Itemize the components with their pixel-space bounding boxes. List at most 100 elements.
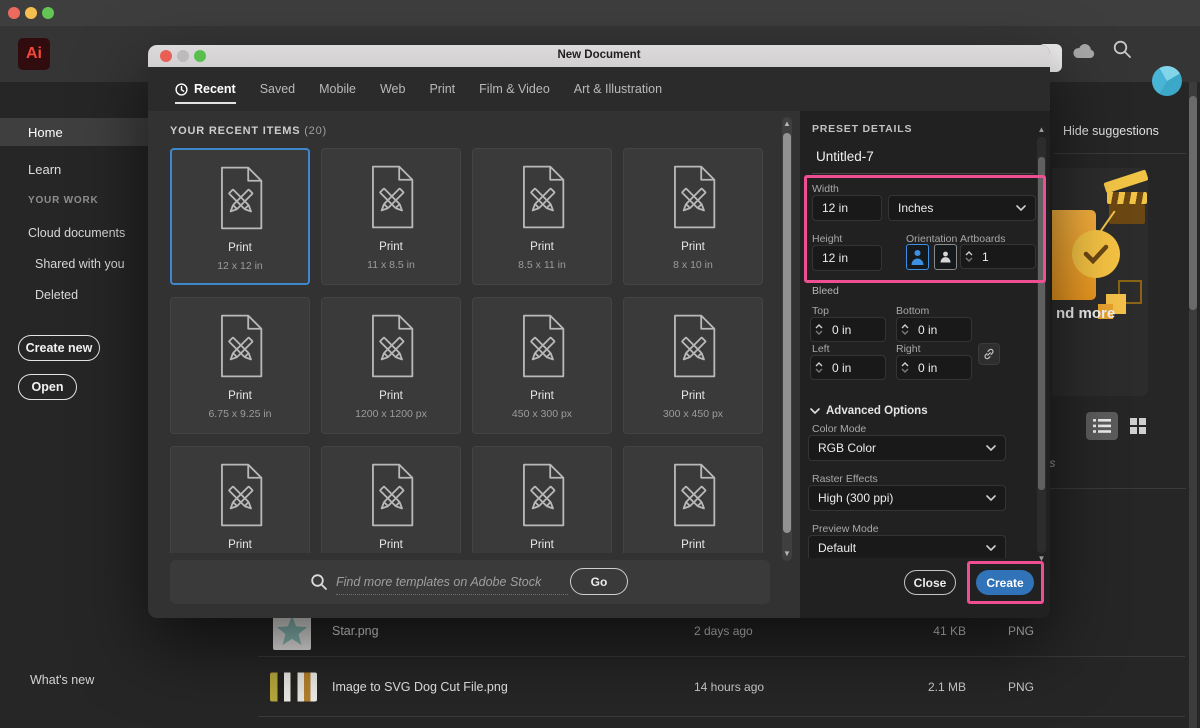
dialog-tab-label: Print [429, 82, 455, 96]
orientation-portrait-button[interactable] [906, 244, 929, 270]
artboards-stepper-arrows[interactable] [961, 251, 976, 262]
dialog-tab[interactable]: Web [380, 67, 405, 111]
bleed-stepper[interactable]: 0 in [810, 355, 886, 380]
stepper-down-icon [901, 330, 909, 335]
stock-search-field[interactable] [336, 569, 568, 595]
dialog-tab[interactable]: Mobile [319, 67, 356, 111]
width-input[interactable]: 12 in [812, 195, 882, 221]
search-icon [310, 573, 328, 591]
preset-card[interactable]: Print 450 x 300 px [472, 297, 612, 434]
grid-scrollbar-thumb[interactable] [783, 133, 791, 533]
clapper-stripes-shape [1107, 192, 1147, 204]
chevron-down-icon [986, 545, 996, 551]
bleed-value[interactable]: 0 in [832, 361, 851, 375]
preset-grid: Print 12 x 12 in Pr [170, 148, 770, 553]
panel-scroll-up-icon[interactable]: ▲ [1037, 126, 1046, 134]
bleed-stepper[interactable]: 0 in [896, 355, 972, 380]
dialog-tab-bar: Recent Saved Mobile Web [148, 67, 1050, 111]
recent-heading-text: YOUR RECENT ITEMS [170, 125, 300, 137]
whats-new-link[interactable]: What's new [30, 673, 94, 687]
preset-card[interactable]: Print [170, 446, 310, 553]
preset-card-size: 12 x 12 in [217, 260, 263, 272]
preview-mode-value: Default [818, 541, 856, 555]
bleed-stepper[interactable]: 0 in [896, 317, 972, 342]
color-mode-value: RGB Color [818, 441, 876, 455]
minimize-window-button[interactable] [25, 7, 37, 19]
bleed-stepper[interactable]: 0 in [810, 317, 886, 342]
zoom-window-button[interactable] [42, 7, 54, 19]
panel-scrollbar-thumb[interactable] [1038, 157, 1045, 490]
preset-card[interactable]: Print 6.75 x 9.25 in [170, 297, 310, 434]
window-scrollbar[interactable] [1189, 82, 1197, 728]
raster-effects-dropdown[interactable]: High (300 ppi) [808, 485, 1006, 511]
color-mode-dropdown[interactable]: RGB Color [808, 435, 1006, 461]
preset-card[interactable]: Print 1200 x 1200 px [321, 297, 461, 434]
grid-view-button[interactable] [1122, 412, 1154, 440]
preset-card-name: Print [228, 390, 252, 403]
preview-mode-dropdown[interactable]: Default [808, 535, 1006, 558]
document-pencils-icon [212, 166, 268, 230]
bleed-stepper-arrows[interactable] [897, 362, 912, 373]
preset-card[interactable]: Print [472, 446, 612, 553]
stock-search-input[interactable] [336, 569, 568, 594]
open-button[interactable]: Open [18, 374, 77, 400]
artboards-value[interactable]: 1 [982, 250, 989, 264]
height-input[interactable]: 12 in [812, 245, 882, 271]
bleed-value[interactable]: 0 in [918, 323, 937, 337]
panel-scrollbar[interactable] [1037, 137, 1046, 553]
bleed-stepper-arrows[interactable] [811, 362, 826, 373]
file-name: Star.png [332, 624, 379, 638]
suggestion-card[interactable] [1052, 168, 1148, 396]
document-pencils-icon [665, 463, 721, 527]
document-pencils-icon [212, 463, 268, 527]
raster-effects-value: High (300 ppi) [818, 491, 893, 505]
divider [812, 173, 1034, 174]
bleed-stepper-arrows[interactable] [897, 324, 912, 335]
create-button[interactable]: Create [976, 570, 1034, 595]
close-window-button[interactable] [8, 7, 20, 19]
avatar[interactable] [1152, 66, 1182, 96]
cloud-icon[interactable] [1072, 42, 1096, 59]
dialog-tab[interactable]: Film & Video [479, 67, 550, 111]
bleed-value[interactable]: 0 in [918, 361, 937, 375]
scroll-up-icon[interactable]: ▲ [782, 120, 792, 128]
link-bleed-values-button[interactable] [978, 343, 1000, 365]
panel-scroll-down-icon[interactable]: ▼ [1037, 555, 1046, 563]
create-new-button[interactable]: Create new [18, 335, 100, 361]
preset-card[interactable]: Print [623, 446, 763, 553]
preset-card[interactable]: Print [321, 446, 461, 553]
preset-card-name: Print [530, 390, 554, 403]
window-scrollbar-thumb[interactable] [1189, 96, 1197, 310]
stepper-down-icon [901, 368, 909, 373]
document-pencils-icon [514, 314, 570, 378]
bleed-stepper-arrows[interactable] [811, 324, 826, 335]
dialog-tab[interactable]: Art & Illustration [574, 67, 662, 111]
preset-card[interactable]: Print 12 x 12 in [170, 148, 310, 285]
recent-presets-pane: YOUR RECENT ITEMS (20) [148, 111, 800, 618]
dialog-tab-label: Saved [260, 82, 295, 96]
preset-card[interactable]: Print 11 x 8.5 in [321, 148, 461, 285]
document-name-field[interactable]: Untitled-7 [816, 149, 874, 164]
grid-scrollbar[interactable]: ▲ ▼ [782, 117, 792, 561]
units-dropdown[interactable]: Inches [888, 195, 1036, 221]
dialog-tab[interactable]: Print [429, 67, 455, 111]
preset-card[interactable]: Print 8 x 10 in [623, 148, 763, 285]
bleed-field-label: Left [812, 343, 830, 355]
preset-card[interactable]: Print 300 x 450 px [623, 297, 763, 434]
hide-suggestions-link[interactable]: Hide suggestions [1063, 124, 1159, 138]
go-button[interactable]: Go [570, 568, 628, 595]
bleed-value[interactable]: 0 in [832, 323, 851, 337]
file-kind: PNG [1008, 624, 1034, 638]
dialog-tab[interactable]: Recent [175, 67, 236, 111]
dialog-tab[interactable]: Saved [260, 67, 295, 111]
preset-card[interactable]: Print 8.5 x 11 in [472, 148, 612, 285]
artboards-stepper[interactable]: 1 [960, 244, 1036, 269]
search-icon[interactable] [1112, 39, 1132, 59]
close-button[interactable]: Close [904, 570, 956, 595]
scroll-down-icon[interactable]: ▼ [782, 550, 792, 558]
preset-card-name: Print [379, 390, 403, 403]
list-view-button[interactable] [1086, 412, 1118, 440]
orientation-landscape-button[interactable] [934, 244, 957, 270]
file-row[interactable]: Image to SVG Dog Cut File.png 14 hours a… [258, 657, 1185, 717]
advanced-options-toggle[interactable]: Advanced Options [810, 405, 928, 417]
